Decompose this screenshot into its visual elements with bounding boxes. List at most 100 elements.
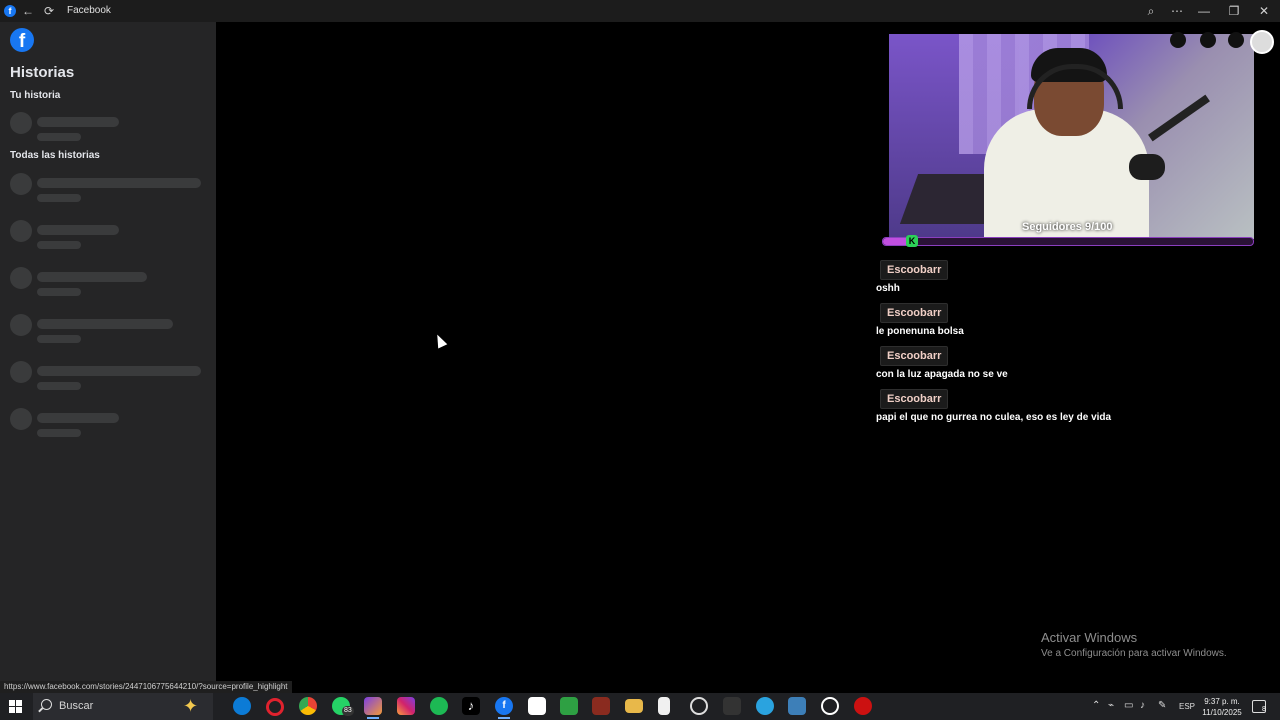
mic-arm bbox=[1148, 94, 1210, 142]
taskbar-clock[interactable]: 9:37 p. m. 11/10/2025 bbox=[1200, 696, 1244, 718]
skeleton-line bbox=[37, 319, 173, 329]
skeleton-line bbox=[37, 366, 201, 376]
story-control-icon[interactable] bbox=[1228, 32, 1244, 48]
clock-date: 11/10/2025 bbox=[1202, 708, 1242, 717]
skeleton-avatar bbox=[10, 267, 32, 289]
skeleton-avatar bbox=[10, 220, 32, 242]
notification-count: 8 bbox=[1262, 706, 1266, 713]
facebook-taskbar-icon[interactable]: f bbox=[495, 697, 513, 719]
edge-icon[interactable] bbox=[233, 697, 251, 715]
skeleton-avatar bbox=[10, 408, 32, 430]
story-skeleton bbox=[10, 112, 210, 142]
mouse-cursor-icon bbox=[432, 332, 448, 349]
followers-goal-label: Seguidores 9/100 bbox=[1022, 221, 1113, 233]
skeleton-line bbox=[37, 413, 119, 423]
microphone-icon bbox=[1129, 154, 1165, 180]
story-control-icon[interactable] bbox=[1170, 32, 1186, 48]
language-indicator[interactable]: ESP bbox=[1179, 702, 1195, 711]
facebook-app-icon: f bbox=[4, 5, 16, 17]
stories-sidebar: f Historias Tu historia Todas las histor… bbox=[0, 22, 216, 693]
skeleton-line bbox=[37, 335, 81, 343]
chat-username: Escoobarr bbox=[880, 389, 949, 409]
kick-icon: K bbox=[906, 235, 918, 247]
story-skeleton bbox=[10, 267, 210, 297]
notepad-icon[interactable] bbox=[658, 697, 670, 715]
skeleton-line bbox=[37, 272, 147, 282]
more-options-icon[interactable]: ⋯ bbox=[1170, 4, 1184, 18]
activate-windows-watermark: Activar Windows Ve a Configuración para … bbox=[1041, 630, 1227, 659]
app-icon[interactable] bbox=[723, 697, 741, 715]
skeleton-line bbox=[37, 178, 201, 188]
tiktok-icon[interactable]: ♪ bbox=[462, 697, 480, 715]
volume-icon[interactable]: ♪ bbox=[1140, 700, 1145, 711]
chat-message: Escoobarr oshh bbox=[876, 260, 1256, 294]
spotify-icon[interactable] bbox=[430, 697, 448, 715]
skeleton-line bbox=[37, 288, 81, 296]
window-title: Facebook bbox=[67, 5, 111, 16]
close-button[interactable]: ✕ bbox=[1257, 4, 1271, 18]
story-control-icon[interactable] bbox=[1200, 32, 1216, 48]
threads-icon[interactable] bbox=[821, 697, 839, 715]
chat-username: Escoobarr bbox=[880, 346, 949, 366]
app-icon[interactable] bbox=[788, 697, 806, 715]
title-bar: f ← ⟳ Facebook ⌕ ⋯ — ❐ ✕ bbox=[0, 0, 1280, 22]
stream-webcam: Seguidores 9/100 bbox=[889, 34, 1254, 239]
minecraft-icon[interactable] bbox=[560, 697, 578, 715]
chat-text: le ponenuna bolsa bbox=[876, 326, 964, 337]
instagram-icon[interactable] bbox=[397, 697, 415, 715]
chat-username: Escoobarr bbox=[880, 303, 949, 323]
followers-progress-bar bbox=[882, 237, 1254, 246]
skeleton-avatar bbox=[10, 314, 32, 336]
profile-avatar[interactable] bbox=[1250, 30, 1274, 54]
skeleton-avatar bbox=[10, 173, 32, 195]
story-skeleton bbox=[10, 220, 210, 250]
chevron-up-icon[interactable]: ⌃ bbox=[1092, 700, 1100, 711]
minimize-button[interactable]: — bbox=[1197, 4, 1211, 18]
maximize-button[interactable]: ❐ bbox=[1227, 4, 1241, 18]
pen-icon[interactable]: ✎ bbox=[1158, 700, 1166, 711]
clock-time: 9:37 p. m. bbox=[1204, 697, 1240, 706]
file-explorer-icon[interactable] bbox=[625, 699, 643, 713]
skeleton-line bbox=[37, 194, 81, 202]
chat-username: Escoobarr bbox=[880, 260, 949, 280]
chat-message: Escoobarr papi el que no gurrea no culea,… bbox=[876, 389, 1256, 423]
story-viewer[interactable]: Seguidores 9/100 K Escoobarr oshh Escoobar… bbox=[216, 22, 1280, 693]
search-icon bbox=[41, 699, 52, 710]
zoom-icon[interactable]: ⌕ bbox=[1144, 4, 1158, 18]
story-skeleton bbox=[10, 173, 210, 203]
facebook-logo-icon[interactable]: f bbox=[10, 28, 34, 52]
network-icon[interactable]: ⌁ bbox=[1108, 700, 1114, 711]
windows-start-icon[interactable] bbox=[9, 700, 22, 713]
app-icon[interactable] bbox=[364, 697, 382, 719]
story-skeleton bbox=[10, 408, 210, 438]
skeleton-line bbox=[37, 117, 119, 127]
chat-text: papi el que no gurrea no culea, eso es l… bbox=[876, 412, 1112, 423]
skeleton-line bbox=[37, 429, 81, 437]
app-icon[interactable] bbox=[854, 697, 872, 715]
display-icon[interactable]: ▭ bbox=[1124, 700, 1133, 711]
chat-message: Escoobarr con la luz apagada no se ve bbox=[876, 346, 1256, 380]
opera-icon[interactable] bbox=[266, 698, 284, 716]
skeleton-line bbox=[37, 225, 119, 235]
chat-overlay: Escoobarr oshh Escoobarr le ponenuna bolsa E… bbox=[876, 260, 1256, 432]
app-icon[interactable] bbox=[690, 697, 708, 715]
all-stories-label: Todas las historias bbox=[10, 150, 100, 161]
refresh-icon[interactable]: ⟳ bbox=[42, 4, 56, 18]
back-icon[interactable]: ← bbox=[21, 4, 35, 18]
chat-message: Escoobarr le ponenuna bolsa bbox=[876, 303, 1256, 337]
chat-text: oshh bbox=[876, 283, 900, 294]
story-skeleton bbox=[10, 314, 210, 344]
whatsapp-badge: 83 bbox=[342, 706, 354, 716]
telegram-icon[interactable] bbox=[756, 697, 774, 715]
taskbar-search[interactable]: Buscar ✦ bbox=[33, 693, 213, 720]
capcut-icon[interactable] bbox=[528, 697, 546, 715]
chat-text: con la luz apagada no se ve bbox=[876, 369, 1008, 380]
skeleton-avatar bbox=[10, 361, 32, 383]
watermark-title: Activar Windows bbox=[1041, 630, 1138, 645]
game-icon[interactable] bbox=[592, 697, 610, 715]
chrome-icon[interactable] bbox=[299, 697, 317, 715]
skeleton-line bbox=[37, 382, 81, 390]
skeleton-line bbox=[37, 241, 81, 249]
your-story-label: Tu historia bbox=[10, 90, 61, 101]
copilot-sparkle-icon[interactable]: ✦ bbox=[183, 696, 198, 717]
